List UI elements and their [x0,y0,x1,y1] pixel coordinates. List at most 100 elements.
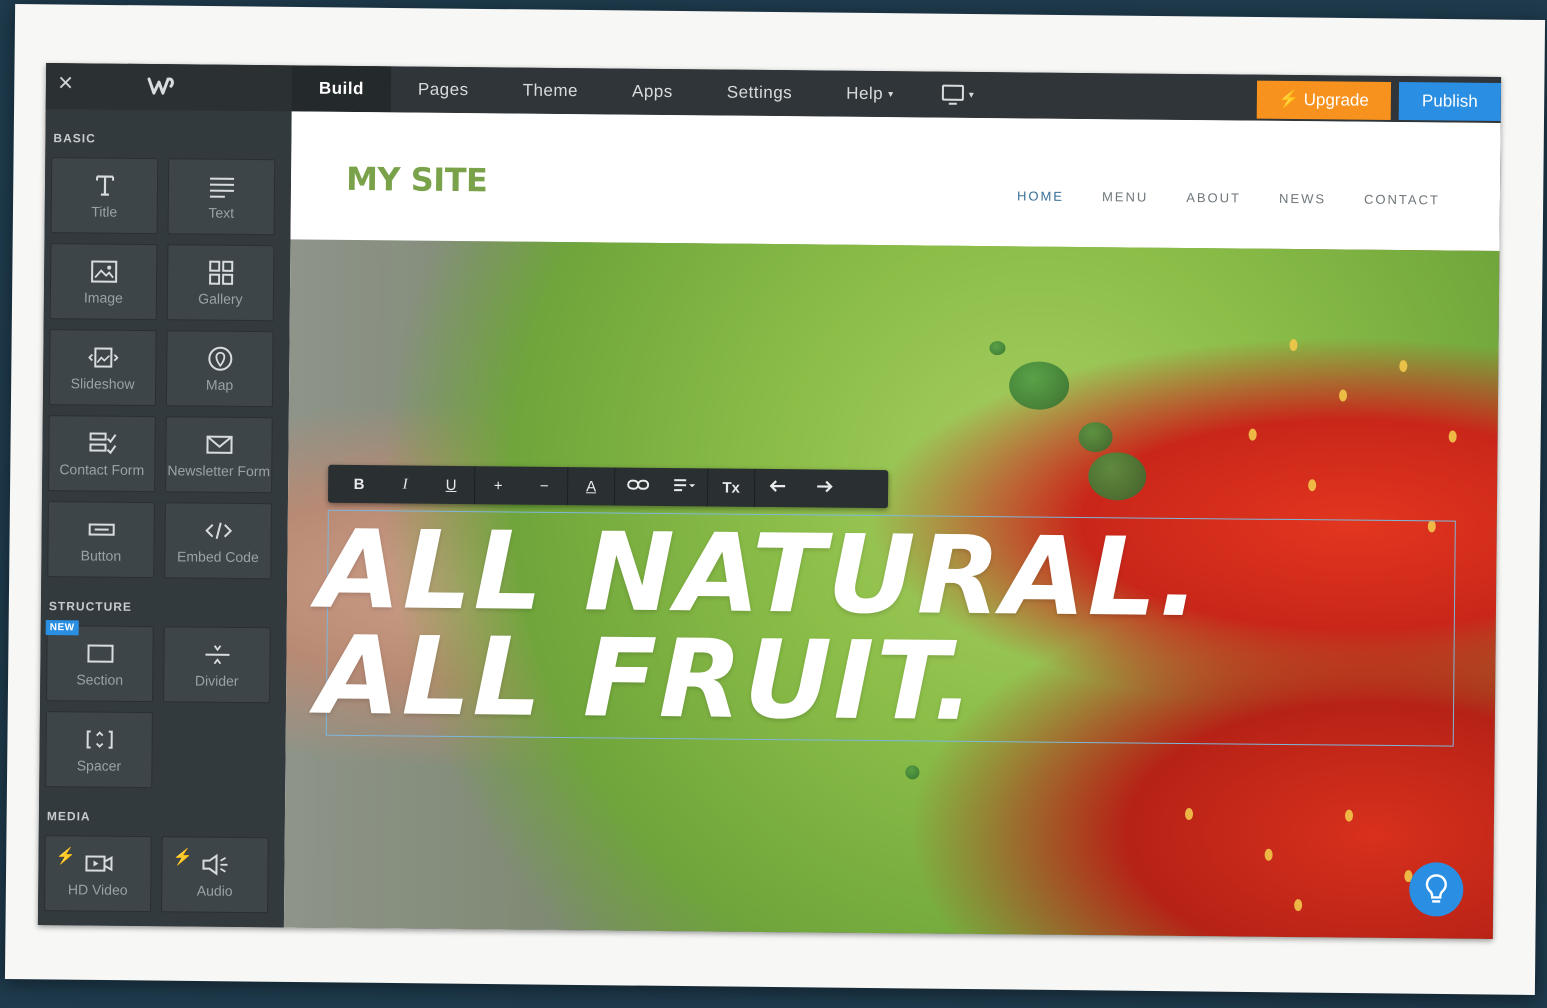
title-icon [95,174,114,196]
font-color-button[interactable]: A [568,478,614,495]
smoothie-bubble [905,765,920,780]
underline-button[interactable]: U [428,476,474,493]
element-label: Contact Form [59,460,145,478]
element-contact-form[interactable]: Contact Form [48,415,156,493]
element-audio[interactable]: ⚡ Audio [161,836,269,914]
strawberry-seed [1294,899,1303,912]
element-label: HD Video [67,880,128,898]
strawberry-seed [1399,360,1408,373]
element-label: Divider [194,671,239,689]
increase-size-button[interactable]: + [475,477,521,494]
tab-label: Theme [522,80,579,101]
help-lightbulb-button[interactable] [1409,862,1464,917]
element-label: Button [80,546,122,564]
lightning-icon: ⚡ [1278,89,1300,110]
element-label: Spacer [76,756,122,774]
publish-button[interactable]: Publish [1398,82,1502,122]
element-label: Audio [196,882,233,899]
undo-icon[interactable] [755,479,801,497]
clear-format-button[interactable]: Tx [708,479,754,496]
contact-form-icon [88,431,116,454]
decrease-size-button[interactable]: − [521,477,567,494]
weebly-logo-icon [147,77,174,95]
element-label: Map [205,376,234,393]
image-icon [90,259,117,283]
element-label: Title [91,202,118,220]
tab-label: Help [846,83,884,104]
tab-label: Pages [417,79,469,100]
element-title[interactable]: Title [50,157,159,235]
media-elements-grid: ⚡ HD Video ⚡ Audio [44,835,279,914]
element-label: Slideshow [70,374,135,392]
nav-item-contact[interactable]: CONTACT [1364,192,1440,208]
upgrade-button[interactable]: ⚡ Upgrade [1256,80,1392,120]
slideshow-icon [87,347,118,368]
strawberry-seed [1344,809,1354,822]
device-preview-button[interactable]: ▾ [941,84,974,106]
element-gallery[interactable]: Gallery [166,244,275,322]
element-section[interactable]: NEW Section [45,620,154,703]
strawberry-seed [1448,430,1457,443]
tab-build[interactable]: Build [291,65,392,113]
premium-bolt-icon: ⚡ [55,848,76,866]
site-header: MY SITE HOME MENU ABOUT NEWS CONTACT [290,111,1501,251]
speaker-icon [201,853,227,876]
element-slideshow[interactable]: Slideshow [48,329,157,407]
element-embed-code[interactable]: Embed Code [164,502,272,580]
main-tabs: Build Pages Theme Apps Settings Help ▾ ▾ [291,65,974,118]
element-map[interactable]: Map [165,330,274,408]
close-icon[interactable]: × [58,67,82,97]
tab-pages[interactable]: Pages [391,66,496,113]
site-nav: HOME MENU ABOUT NEWS CONTACT [1017,188,1440,207]
tab-settings[interactable]: Settings [700,69,820,116]
publish-label: Publish [1421,91,1478,111]
structure-elements-grid: NEW Section Divider Spacer [45,620,281,789]
gallery-grid-icon [208,260,233,285]
tab-label: Build [318,78,365,99]
strawberry-seed [1248,428,1257,441]
smoothie-bubble [1008,361,1070,410]
element-button[interactable]: Button [47,501,155,579]
section-icon [86,643,114,663]
site-title[interactable]: MY SITE [346,160,488,199]
redo-icon[interactable] [801,479,847,497]
section-label-basic: BASIC [53,131,96,146]
tab-apps[interactable]: Apps [605,68,700,115]
link-icon[interactable] [615,478,661,496]
element-label: Image [83,288,123,306]
strawberry-seed [1264,848,1273,861]
smoothie-bubble [989,341,1006,356]
bold-button[interactable]: B [336,475,382,493]
element-label: Text [208,204,235,221]
nav-item-about[interactable]: ABOUT [1186,190,1241,206]
chevron-down-icon: ▾ [968,89,974,101]
hero-section[interactable]: B I U + − A Tx ALL NATURAL. ALL FRUIT. [283,239,1500,939]
upgrade-label: Upgrade [1303,90,1369,110]
video-camera-icon [84,854,113,872]
align-icon[interactable] [661,478,707,496]
element-image[interactable]: Image [49,243,158,321]
element-divider[interactable]: Divider [163,626,271,704]
nav-item-home[interactable]: HOME [1017,188,1064,203]
element-newsletter-form[interactable]: Newsletter Form [165,416,273,494]
hero-headline[interactable]: ALL NATURAL. ALL FRUIT. [315,508,1203,745]
nav-item-menu[interactable]: MENU [1102,189,1148,204]
element-spacer[interactable]: Spacer [45,711,153,789]
element-label: Newsletter Form [167,461,271,479]
element-text[interactable]: Text [167,158,276,236]
button-icon [88,522,115,536]
element-hd-video[interactable]: ⚡ HD Video [44,835,152,913]
italic-button[interactable]: I [382,476,428,493]
tab-help[interactable]: Help ▾ [819,70,921,117]
headline-line-2: ALL FRUIT. [315,613,977,745]
nav-item-news[interactable]: NEWS [1279,191,1326,206]
smoothie-bubble [1088,452,1147,501]
text-lines-icon [209,177,234,198]
tab-theme[interactable]: Theme [495,67,605,114]
element-label: Section [76,670,124,688]
site-canvas: MY SITE HOME MENU ABOUT NEWS CONTACT B I… [283,111,1501,939]
element-label: Embed Code [177,547,259,565]
divider-icon [204,644,230,664]
section-label-media: MEDIA [46,809,91,824]
lightbulb-icon [1425,874,1447,903]
